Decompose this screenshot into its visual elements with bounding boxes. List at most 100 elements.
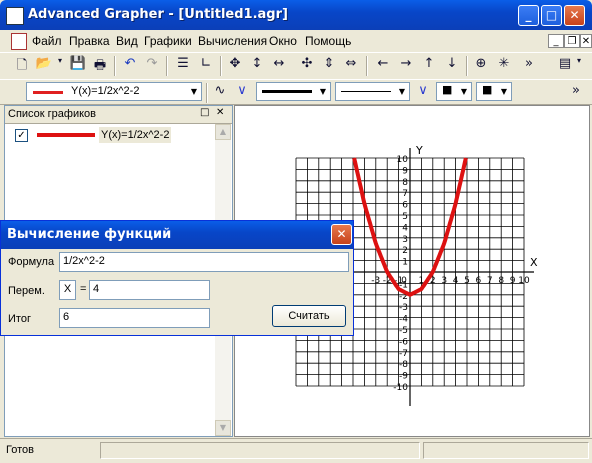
x-tick-label: 3 [441, 276, 447, 286]
graphs-panel-header: Список графиков □ ✕ [5, 106, 232, 124]
toolbar-separator [206, 83, 208, 103]
toolbar-separator [114, 56, 116, 76]
mdi-minimize-button[interactable]: _ [548, 34, 564, 48]
y-tick-label: 1 [402, 258, 408, 268]
zoom-all-icon[interactable]: ✳ [494, 56, 514, 76]
panel-close-icon[interactable]: ✕ [216, 107, 224, 118]
arrow-right-icon[interactable]: → [396, 56, 416, 76]
smooth-curve-icon[interactable]: ∿ [210, 83, 230, 103]
save-icon[interactable]: 💾 [68, 56, 88, 76]
menu-bar: Файл Правка Вид Графики Вычисления Окно … [0, 30, 592, 52]
function-color-swatch [33, 91, 63, 94]
scroll-up-icon[interactable]: ▲ [215, 124, 231, 140]
print-icon[interactable]: 🖶 [90, 56, 110, 76]
toolbar-separator [366, 56, 368, 76]
result-label: Итог [8, 313, 31, 325]
scroll-down-icon[interactable]: ▼ [215, 420, 231, 436]
panel-restore-icon[interactable]: □ [200, 107, 209, 118]
graph-list-item[interactable]: ✓ Y(x)=1/2x^2-2 [7, 127, 212, 144]
pan-icon[interactable]: ✥ [225, 56, 245, 76]
stretch-vertical-icon[interactable]: ↕ [247, 56, 267, 76]
menu-file[interactable]: Файл [32, 34, 62, 48]
line-style-sample [341, 91, 391, 92]
result-field: 6 [59, 308, 210, 328]
open-folder-icon[interactable]: 📂 [34, 56, 54, 76]
shrink-horizontal-icon[interactable]: ⇔ [341, 56, 361, 76]
formula-label: Формула [8, 256, 55, 268]
maximize-button[interactable]: □ [541, 5, 562, 26]
undo-icon[interactable]: ↶ [120, 56, 140, 76]
x-axis-label: X [530, 256, 538, 269]
new-file-icon[interactable]: 🗋 [12, 56, 32, 76]
redo-icon[interactable]: ↷ [142, 56, 162, 76]
toolbar-separator [220, 56, 222, 76]
open-dropdown-icon[interactable]: ▾ [55, 56, 65, 76]
line-style-v-icon[interactable]: ∨ [232, 83, 252, 103]
menu-calculations[interactable]: Вычисления [198, 34, 267, 48]
equals-sign: = [80, 283, 87, 295]
function-calc-dialog: Вычисление функций ✕ Формула 1/2x^2-2 Пе… [0, 220, 354, 336]
marker-style-combo[interactable]: ■ ▼ [436, 82, 472, 101]
variable-name-field[interactable]: X [59, 280, 76, 300]
x-tick-label: 5 [464, 276, 470, 286]
y-axis-label: Y [415, 144, 423, 157]
options-dropdown-icon[interactable]: ▾ [574, 56, 584, 76]
dialog-title: Вычисление функций [7, 227, 172, 242]
y-tick-label: -8 [399, 360, 408, 370]
list-icon[interactable]: ☰ [173, 56, 193, 76]
mdi-restore-button[interactable]: ❐ [564, 34, 580, 48]
app-icon[interactable] [6, 7, 24, 25]
function-combo-label: Y(x)=1/2x^2-2 [71, 85, 140, 97]
y-tick-label: -7 [399, 349, 408, 359]
options-icon[interactable]: ▤ [555, 56, 575, 76]
fill-style-combo[interactable]: ■ ▼ [476, 82, 512, 101]
calculate-button[interactable]: Считать [272, 305, 346, 327]
dialog-close-button[interactable]: ✕ [331, 224, 352, 245]
y-tick-label: -10 [393, 383, 408, 393]
line-width-combo[interactable]: ▼ [256, 82, 331, 101]
x-tick-label: 10 [518, 276, 530, 286]
function-combo[interactable]: Y(x)=1/2x^2-2 ▼ [26, 82, 202, 101]
minimize-button[interactable]: _ [518, 5, 539, 26]
close-button[interactable]: ✕ [564, 5, 585, 26]
menu-help[interactable]: Помощь [305, 34, 351, 48]
chevron-down-icon: ▼ [460, 87, 468, 96]
toolbar-overflow-icon[interactable]: » [570, 83, 582, 103]
dialog-title-bar: Вычисление функций ✕ [1, 221, 353, 249]
status-segment [423, 442, 589, 459]
arrow-left-icon[interactable]: ← [373, 56, 393, 76]
menu-view[interactable]: Вид [116, 34, 138, 48]
menu-graphs[interactable]: Графики [144, 34, 192, 48]
title-bar: Advanced Grapher - [Untitled1.agr] _ □ ✕ [0, 0, 592, 30]
marker-v-icon[interactable]: ∨ [413, 83, 433, 103]
chevron-down-icon: ▼ [190, 87, 198, 96]
graph-color-swatch [37, 133, 95, 137]
arrow-up-icon[interactable]: ↑ [419, 56, 439, 76]
square-marker-icon: ■ [442, 83, 453, 96]
y-tick-label: 4 [402, 223, 408, 233]
document-icon[interactable] [11, 33, 27, 50]
y-tick-label: -5 [399, 326, 408, 336]
line-style-combo[interactable]: ▼ [335, 82, 410, 101]
graph-checkbox[interactable]: ✓ [15, 129, 28, 142]
shrink-vertical-icon[interactable]: ⇕ [319, 56, 339, 76]
arrow-down-icon[interactable]: ↓ [442, 56, 462, 76]
x-tick-label: -3 [371, 276, 380, 286]
mdi-close-button[interactable]: ✕ [580, 34, 592, 48]
variable-label: Перем. [8, 285, 45, 297]
formula-input[interactable]: 1/2x^2-2 [59, 252, 349, 272]
stretch-horizontal-icon[interactable]: ↔ [269, 56, 289, 76]
axes-icon[interactable]: ∟ [196, 56, 216, 76]
status-bar: Готов [0, 438, 592, 463]
x-tick-label: 7 [487, 276, 493, 286]
toolbar-separator [466, 56, 468, 76]
toolbar-overflow-icon[interactable]: » [523, 56, 535, 76]
menu-edit[interactable]: Правка [69, 34, 110, 48]
menu-window[interactable]: Окно [269, 34, 297, 48]
graphs-panel-title: Список графиков [8, 108, 96, 120]
variable-value-input[interactable]: 4 [89, 280, 210, 300]
zoom-in-icon[interactable]: ✣ [297, 56, 317, 76]
y-tick-label: 7 [402, 189, 408, 199]
status-text: Готов [6, 444, 34, 456]
center-icon[interactable]: ⊕ [471, 56, 491, 76]
